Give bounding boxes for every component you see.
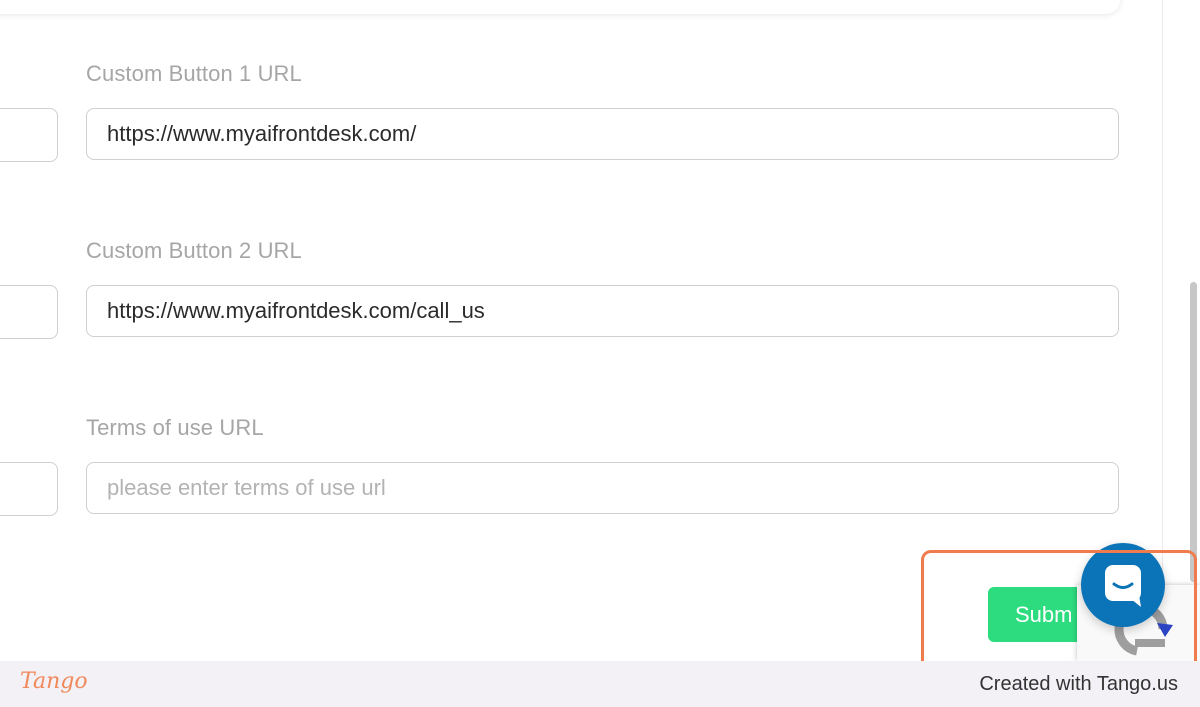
custom-button-2-text-field[interactable] xyxy=(0,285,58,339)
previous-card-edge xyxy=(0,0,1120,14)
custom-button-2-url-label: Custom Button 2 URL xyxy=(86,238,302,263)
custom-button-1-url-label: Custom Button 1 URL xyxy=(86,61,302,86)
tango-footer: Tango Created with Tango.us xyxy=(0,661,1200,707)
custom-button-1-text-field[interactable] xyxy=(0,108,58,162)
custom-button-2-url-input[interactable] xyxy=(86,285,1119,337)
terms-left-field[interactable] xyxy=(0,462,58,516)
terms-of-use-url-input[interactable] xyxy=(86,462,1119,514)
custom-button-1-url-input[interactable] xyxy=(86,108,1119,160)
tutorial-highlight-box xyxy=(921,550,1197,671)
page: Custom Button 1 URL Custom Button 2 URL … xyxy=(0,0,1200,707)
created-with-text: Created with Tango.us xyxy=(979,673,1178,695)
scrollbar-thumb[interactable] xyxy=(1190,282,1197,582)
terms-of-use-url-label: Terms of use URL xyxy=(86,415,264,440)
tango-logo: Tango xyxy=(20,669,88,694)
